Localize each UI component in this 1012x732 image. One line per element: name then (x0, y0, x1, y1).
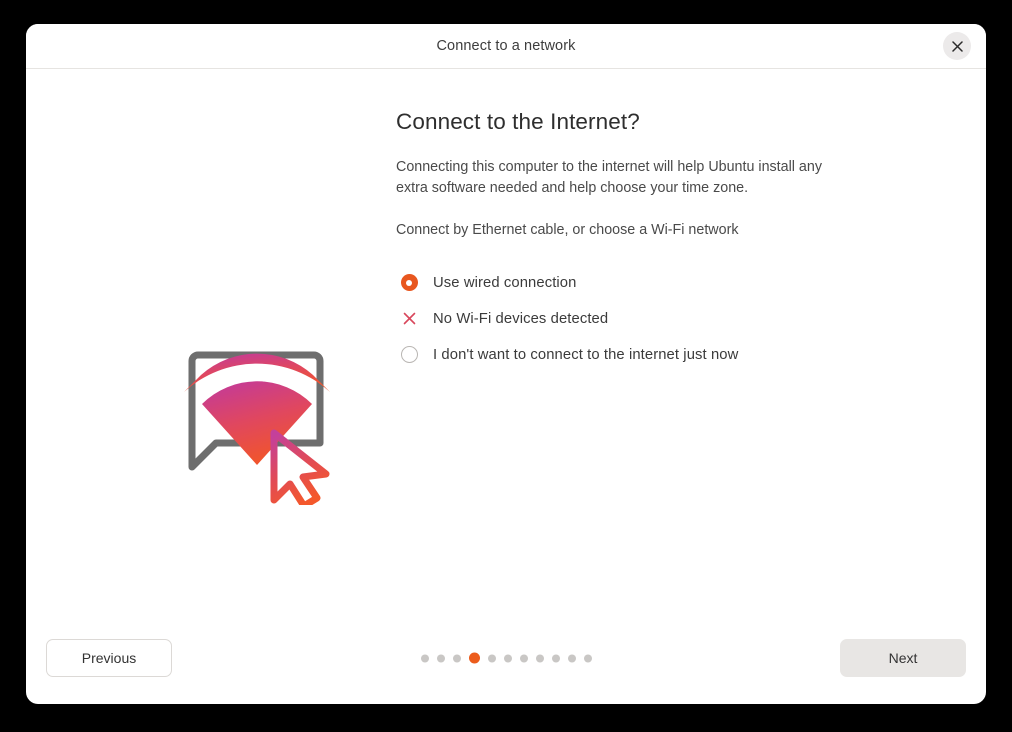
instruction-paragraph: Connect by Ethernet cable, or choose a W… (396, 222, 739, 238)
step-dot (567, 654, 576, 662)
radio-selected-icon[interactable] (396, 270, 422, 296)
option-label: I don't want to connect to the internet … (433, 346, 739, 363)
radio-empty-icon[interactable] (396, 342, 422, 368)
window-title: Connect to a network (436, 38, 576, 54)
step-dot (452, 654, 461, 662)
step-dot (503, 654, 512, 662)
step-dot (535, 654, 544, 662)
close-icon (951, 40, 963, 52)
previous-button[interactable]: Previous (46, 639, 172, 677)
option-no-wifi-devices: No Wi-Fi devices detected (396, 301, 916, 337)
description-paragraph: Connecting this computer to the internet… (396, 159, 822, 196)
dialog-content: Connect to the Internet? Connecting this… (26, 69, 986, 612)
connection-options-group: Use wired connection No Wi-Fi devices de… (396, 265, 916, 373)
close-button[interactable] (943, 32, 971, 60)
page-title: Connect to the Internet? (396, 109, 640, 134)
main-column: Connect to the Internet? Connecting this… (396, 109, 916, 373)
connect-to-network-window: Connect to a network Connect to the Inte… (26, 24, 986, 704)
x-mark-icon (396, 306, 422, 332)
dialog-footer: Previous Next (26, 612, 986, 704)
option-use-wired-connection[interactable]: Use wired connection (396, 265, 916, 301)
step-dot (436, 654, 445, 662)
step-dot (583, 654, 592, 662)
step-dot (420, 654, 429, 662)
option-label: Use wired connection (433, 274, 577, 291)
wifi-speech-bubble-cursor-illustration (154, 320, 384, 505)
step-dot (551, 654, 560, 662)
window-titlebar: Connect to a network (26, 24, 986, 69)
next-button[interactable]: Next (840, 639, 966, 677)
step-dot-active (468, 652, 480, 664)
option-label: No Wi-Fi devices detected (433, 310, 609, 327)
step-dot (519, 654, 528, 662)
option-no-internet-now[interactable]: I don't want to connect to the internet … (396, 337, 916, 373)
step-dot (487, 654, 496, 662)
